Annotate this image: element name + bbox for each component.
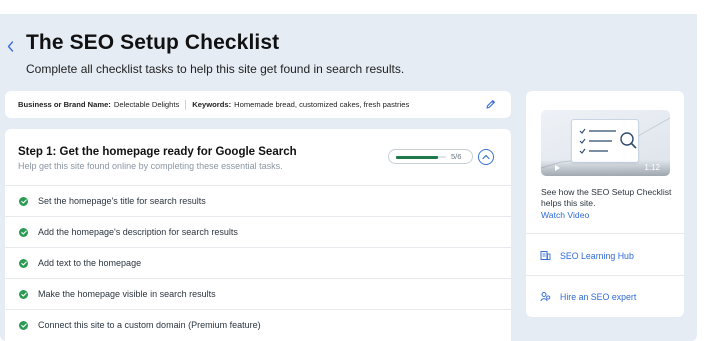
video-duration: 1:12 xyxy=(644,163,660,172)
help-side-panel: 1:12 See how the SEO Setup Checklist hel… xyxy=(526,91,684,317)
step-subtitle: Help get this site found online by compl… xyxy=(18,161,283,171)
expert-icon xyxy=(540,292,551,302)
progress-text: 5/6 xyxy=(451,152,462,161)
hire-seo-expert-label: Hire an SEO expert xyxy=(560,291,637,302)
progress-fill xyxy=(396,155,438,159)
task-row[interactable]: Make the homepage visible in search resu… xyxy=(5,278,511,309)
page-background: The SEO Setup Checklist Complete all che… xyxy=(0,14,697,341)
check-circle-icon xyxy=(19,320,28,330)
keywords-value: Homemade bread, customized cakes, fresh … xyxy=(234,100,410,109)
step-progress: 5/6 xyxy=(388,149,473,164)
check-circle-icon xyxy=(19,227,28,237)
task-row[interactable]: Add text to the homepage xyxy=(5,247,511,278)
checklist-illustration xyxy=(571,119,639,163)
task-list: Set the homepage's title for search resu… xyxy=(5,185,511,340)
task-row[interactable]: Add the homepage's description for searc… xyxy=(5,216,511,247)
task-label: Make the homepage visible in search resu… xyxy=(38,289,216,299)
task-row[interactable]: Set the homepage's title for search resu… xyxy=(5,185,511,216)
brand-value: Delectable Delights xyxy=(113,100,180,109)
check-circle-icon xyxy=(19,258,28,268)
seo-learning-hub-label: SEO Learning Hub xyxy=(560,250,634,261)
seo-learning-hub-link[interactable]: SEO Learning Hub xyxy=(540,250,634,261)
keywords-label: Keywords: xyxy=(192,100,232,109)
page-title: The SEO Setup Checklist xyxy=(26,31,280,54)
task-label: Add text to the homepage xyxy=(38,258,142,268)
video-description: See how the SEO Setup Checklist helps th… xyxy=(541,187,672,208)
edit-info-button[interactable] xyxy=(484,98,497,111)
divider xyxy=(526,275,684,276)
hire-seo-expert-link[interactable]: Hire an SEO expert xyxy=(540,291,636,302)
chevron-left-icon xyxy=(7,40,13,52)
step-title: Step 1: Get the homepage ready for Googl… xyxy=(18,146,297,158)
watch-video-link[interactable]: Watch Video xyxy=(541,210,589,220)
check-circle-icon xyxy=(19,289,28,299)
divider xyxy=(185,99,187,110)
page-subtitle: Complete all checklist tasks to help thi… xyxy=(26,62,405,76)
brand-label: Business or Brand Name: xyxy=(18,100,111,109)
task-row[interactable]: Connect this site to a custom domain (Pr… xyxy=(5,309,511,340)
back-button[interactable] xyxy=(3,38,17,54)
business-info-bar: Business or Brand Name: Delectable Delig… xyxy=(5,91,511,118)
chevron-up-icon xyxy=(482,154,490,160)
pencil-icon xyxy=(486,100,495,109)
play-icon[interactable] xyxy=(555,165,560,171)
step-card: Step 1: Get the homepage ready for Googl… xyxy=(5,129,511,341)
task-label: Add the homepage's description for searc… xyxy=(38,227,238,237)
video-thumbnail[interactable]: 1:12 xyxy=(541,110,670,176)
learning-hub-icon xyxy=(540,251,551,260)
check-circle-icon xyxy=(19,196,28,206)
task-label: Set the homepage's title for search resu… xyxy=(38,196,206,206)
collapse-step-button[interactable] xyxy=(478,149,494,165)
progress-track xyxy=(396,155,446,159)
divider xyxy=(526,233,684,234)
task-label: Connect this site to a custom domain (Pr… xyxy=(38,320,261,330)
